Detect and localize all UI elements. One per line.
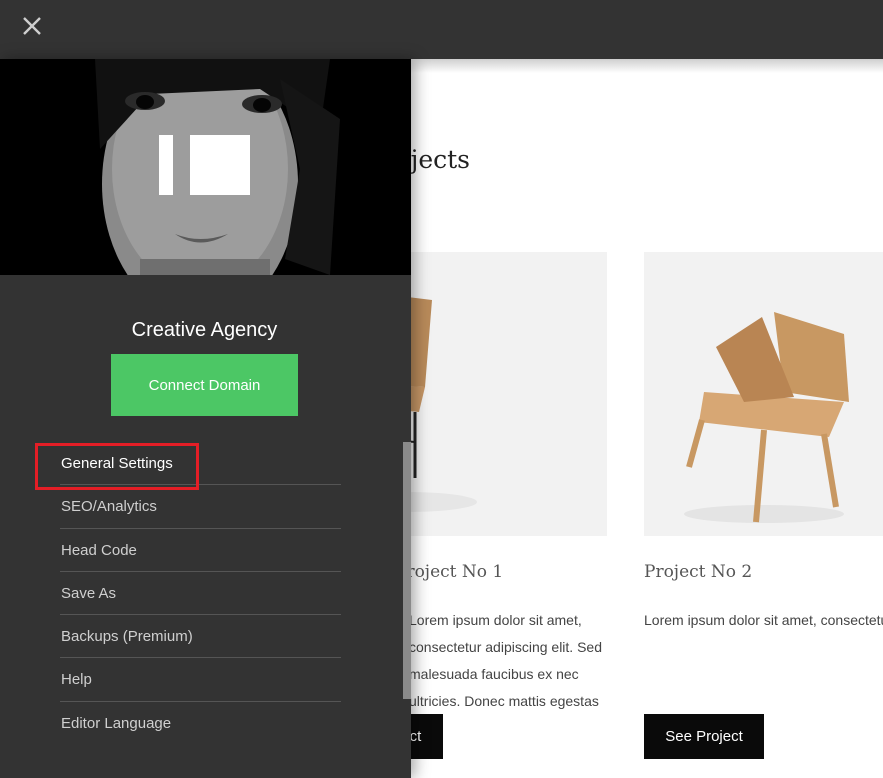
- project-description: Lorem ipsum dolor sit amet, consectetur …: [644, 612, 883, 628]
- close-icon[interactable]: [20, 14, 44, 38]
- settings-panel: Creative Agency Connect Domain General S…: [0, 59, 411, 778]
- menu-item-head-code[interactable]: Head Code: [60, 529, 341, 572]
- menu-item-editor-language[interactable]: Editor Language: [60, 702, 341, 745]
- project-name: Project No 1: [395, 562, 504, 582]
- see-project-button[interactable]: See Project: [644, 714, 764, 759]
- menu-item-save-as[interactable]: Save As: [60, 572, 341, 616]
- settings-menu: General Settings SEO/Analytics Head Code…: [60, 442, 341, 745]
- menu-item-seo-analytics[interactable]: SEO/Analytics: [60, 485, 341, 529]
- site-name: Creative Agency: [131, 319, 278, 341]
- site-cover-image: [0, 59, 411, 275]
- project-card-2: Project No 2 Lorem ipsum dolor sit amet,…: [644, 252, 883, 759]
- project-image-2: [644, 252, 883, 536]
- menu-item-help[interactable]: Help: [60, 658, 341, 702]
- project-description: Lorem ipsum dolor sit amet, consectetur …: [409, 612, 602, 709]
- connect-domain-button[interactable]: Connect Domain: [111, 354, 298, 416]
- top-bar: [0, 0, 883, 59]
- menu-item-backups[interactable]: Backups (Premium): [60, 615, 341, 659]
- site-logo: [159, 135, 250, 195]
- project-name: Project No 2: [644, 562, 753, 582]
- menu-item-general-settings[interactable]: General Settings: [60, 442, 341, 486]
- scrollbar[interactable]: [403, 442, 411, 699]
